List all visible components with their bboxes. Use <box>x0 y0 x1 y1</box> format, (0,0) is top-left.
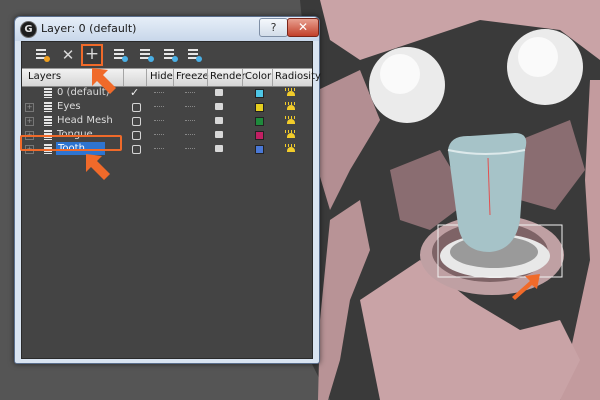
window-title: Layer: 0 (default) <box>41 22 137 35</box>
hide-toggle[interactable] <box>154 106 164 107</box>
layer-name[interactable]: Head Mesh <box>57 115 113 126</box>
freeze-unfreeze-icon[interactable] <box>184 45 204 65</box>
layer-color-swatch[interactable] <box>255 89 264 98</box>
app-icon: G <box>20 21 37 38</box>
arrow-to-tooth-layer-icon <box>86 154 110 180</box>
col-layers[interactable]: Layers <box>28 71 61 82</box>
col-color[interactable]: Color <box>245 71 271 82</box>
layer-name[interactable]: Eyes <box>57 101 81 112</box>
layer-icon <box>44 88 52 98</box>
layer-row-head-mesh[interactable]: + Head Mesh <box>22 114 312 128</box>
freeze-toggle[interactable] <box>185 134 195 135</box>
layer-list-header: Layers Hide Freeze Render Color Radiosit… <box>22 68 321 87</box>
layer-toolbar: ✕ + <box>22 42 312 68</box>
set-current-toggle[interactable] <box>132 145 141 154</box>
highlight-selected-icon[interactable] <box>136 45 156 65</box>
col-radiosity[interactable]: Radiosity <box>275 71 321 82</box>
radiosity-icon[interactable] <box>285 101 297 112</box>
current-layer-check-icon[interactable]: ✓ <box>130 86 139 99</box>
title-bar[interactable]: G Layer: 0 (default) ? ✕ <box>15 17 319 41</box>
render-teapot-icon[interactable] <box>215 89 223 96</box>
tooth-highlight-box <box>20 135 122 151</box>
delete-layer-icon[interactable]: ✕ <box>58 45 78 65</box>
hide-toggle[interactable] <box>154 92 164 93</box>
layer-icon <box>44 116 52 126</box>
layer-color-swatch[interactable] <box>255 131 264 140</box>
layer-color-swatch[interactable] <box>255 117 264 126</box>
freeze-toggle[interactable] <box>185 106 195 107</box>
col-render[interactable]: Render <box>210 71 246 82</box>
render-teapot-icon[interactable] <box>215 131 223 138</box>
col-freeze[interactable]: Freeze <box>176 71 209 82</box>
hide-unhide-icon[interactable] <box>160 45 180 65</box>
render-teapot-icon[interactable] <box>215 145 223 152</box>
expand-icon[interactable]: + <box>25 117 34 126</box>
radiosity-icon[interactable] <box>285 129 297 140</box>
expand-icon[interactable]: + <box>25 103 34 112</box>
set-current-toggle[interactable] <box>132 117 141 126</box>
render-teapot-icon[interactable] <box>215 117 223 124</box>
radiosity-icon[interactable] <box>285 143 297 154</box>
layer-row-default[interactable]: 0 (default) ✓ <box>22 86 312 100</box>
hide-toggle[interactable] <box>154 134 164 135</box>
layer-panel: ✕ + Layers Hide Freeze Render Color Radi… <box>21 41 321 359</box>
layer-color-swatch[interactable] <box>255 145 264 154</box>
set-current-toggle[interactable] <box>132 131 141 140</box>
help-button[interactable]: ? <box>259 18 288 37</box>
layer-manager-window[interactable]: G Layer: 0 (default) ? ✕ ✕ + Layers Hide… <box>14 16 321 364</box>
hide-toggle[interactable] <box>154 148 164 149</box>
freeze-toggle[interactable] <box>185 148 195 149</box>
layer-row-eyes[interactable]: + Eyes <box>22 100 312 114</box>
radiosity-icon[interactable] <box>285 87 297 98</box>
layer-color-swatch[interactable] <box>255 103 264 112</box>
freeze-toggle[interactable] <box>185 120 195 121</box>
create-layer-icon[interactable] <box>32 45 52 65</box>
arrow-to-add-button-icon <box>92 68 116 94</box>
render-teapot-icon[interactable] <box>215 103 223 110</box>
freeze-toggle[interactable] <box>185 92 195 93</box>
radiosity-icon[interactable] <box>285 115 297 126</box>
col-hide[interactable]: Hide <box>150 71 173 82</box>
hide-toggle[interactable] <box>154 120 164 121</box>
layer-icon <box>44 102 52 112</box>
close-button[interactable]: ✕ <box>287 18 319 37</box>
set-current-toggle[interactable] <box>132 103 141 112</box>
